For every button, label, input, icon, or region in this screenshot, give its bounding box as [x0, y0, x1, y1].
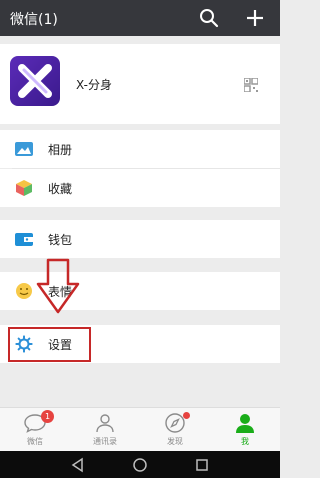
menu-label-wallet: 钱包 [48, 233, 73, 247]
unread-badge: 1 [41, 410, 54, 423]
new-content-dot [183, 412, 190, 419]
profile-card[interactable]: X-分身 [0, 44, 280, 124]
back-icon[interactable] [70, 457, 86, 473]
annotation-down-arrow [36, 258, 80, 314]
favorites-cube-icon [16, 180, 32, 196]
menu-label-favorites: 收藏 [48, 182, 73, 196]
tab-label-discover: 发现 [167, 437, 183, 446]
page-title: 微信(1) [10, 12, 58, 28]
app-logo [10, 56, 60, 106]
system-nav-bar [0, 451, 280, 478]
title-bar: 微信(1) [0, 0, 280, 36]
home-icon[interactable] [132, 457, 148, 473]
bottom-tab-bar: 1 微信 通讯录 发现 我 [0, 407, 280, 451]
tab-label-me: 我 [241, 437, 249, 446]
menu-label-album: 相册 [48, 143, 73, 157]
plus-icon[interactable] [244, 7, 266, 29]
smiley-icon [16, 283, 32, 299]
tab-me[interactable]: 我 [210, 408, 280, 452]
search-icon[interactable] [198, 7, 220, 29]
recents-icon[interactable] [194, 457, 210, 473]
profile-name: X-分身 [76, 78, 112, 92]
menu-item-favorites[interactable]: 收藏 [0, 169, 280, 207]
wallet-icon [15, 233, 33, 246]
menu-item-album[interactable]: 相册 [0, 130, 280, 168]
contacts-icon [96, 414, 114, 433]
qr-code-icon[interactable] [244, 78, 258, 92]
menu-item-wallet[interactable]: 钱包 [0, 220, 280, 258]
tab-discover[interactable]: 发现 [140, 408, 210, 452]
tab-chats[interactable]: 1 微信 [0, 408, 70, 452]
tab-label-chats: 微信 [27, 437, 43, 446]
annotation-highlight-box [8, 327, 91, 362]
me-icon [236, 414, 254, 433]
album-icon [15, 142, 33, 156]
tab-contacts[interactable]: 通讯录 [70, 408, 140, 452]
tab-label-contacts: 通讯录 [93, 437, 117, 446]
